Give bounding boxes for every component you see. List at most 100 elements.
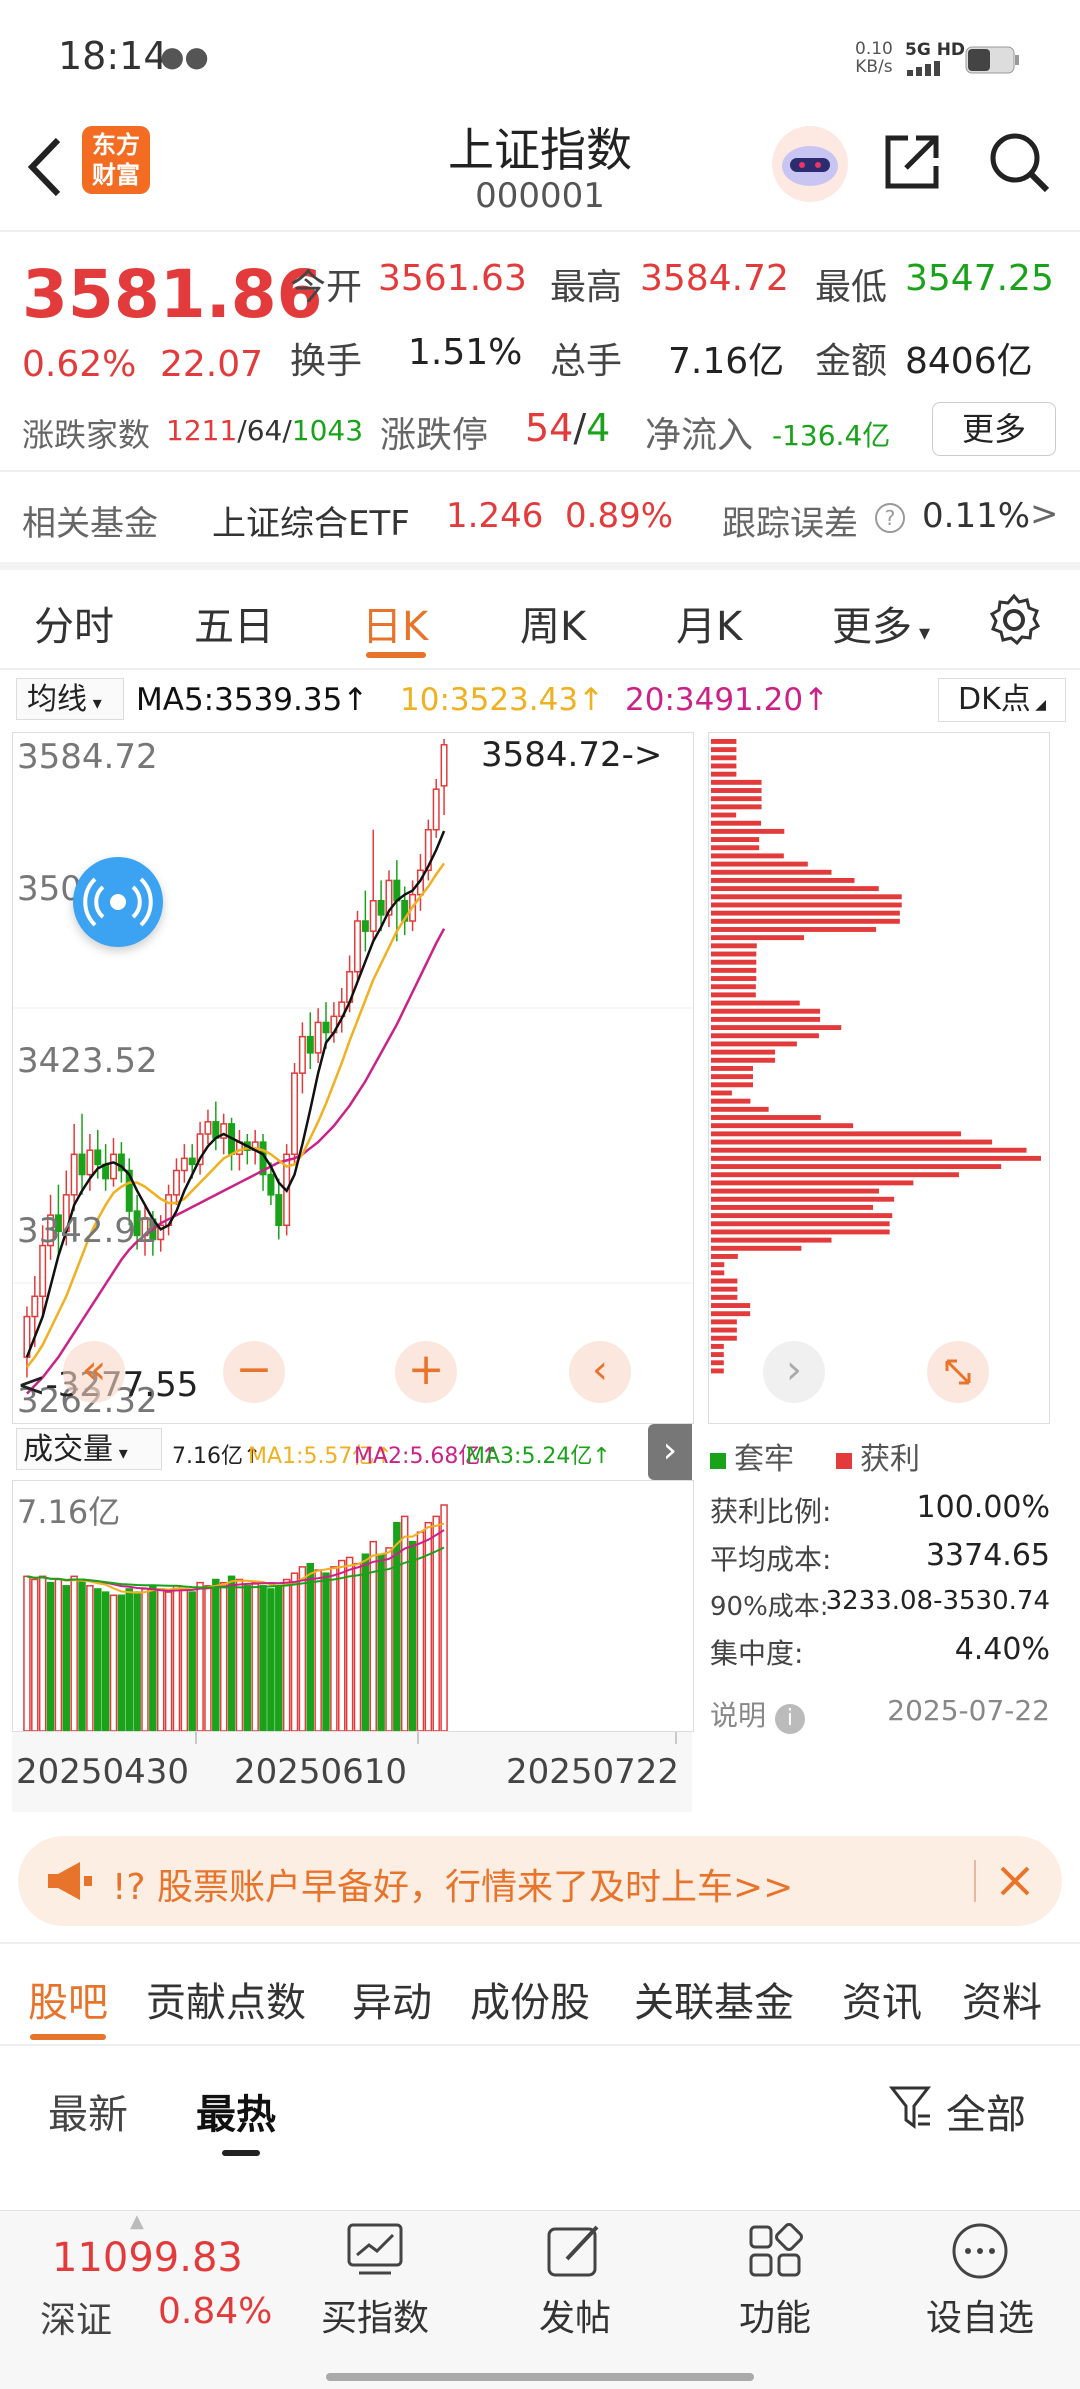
filter-all[interactable]: 全部 xyxy=(946,2082,1026,2140)
robot-assistant-icon[interactable] xyxy=(770,124,850,208)
live-broadcast-icon[interactable] xyxy=(73,857,163,947)
chip-bar xyxy=(711,1262,725,1268)
legend-profit: 获利 xyxy=(836,1434,920,1478)
chip-bar xyxy=(711,1221,890,1227)
chart-period-tabs: 分时 五日 日K 周K 月K 更多 ▾ xyxy=(0,570,1080,670)
volume-chart-panel[interactable]: 7.16亿 xyxy=(12,1480,694,1732)
chip-bar xyxy=(711,918,900,924)
volume-bar xyxy=(86,1585,94,1731)
chip-bar xyxy=(711,1033,819,1039)
info-icon: i xyxy=(774,1704,805,1734)
ma-selector[interactable]: 均线 ▾ xyxy=(16,678,124,720)
chip-bar xyxy=(711,763,737,769)
candle-body xyxy=(39,1244,47,1298)
chip-bar xyxy=(711,1131,962,1137)
candle-body xyxy=(31,1295,39,1318)
tab-intraday[interactable]: 分时 xyxy=(34,594,114,652)
share-icon[interactable] xyxy=(880,130,944,198)
filter-icon[interactable] xyxy=(888,2082,932,2138)
kline-chart-panel[interactable]: 3584.72 3503.12 3423.52 3342.92 3262.32 … xyxy=(12,732,694,1424)
tab-components[interactable]: 成份股 xyxy=(470,1970,590,2028)
buy-index-button[interactable]: 买指数 xyxy=(310,2221,440,2361)
volume-value: 7.16亿 xyxy=(668,341,785,382)
sort-hot[interactable]: 最热 xyxy=(196,2082,276,2140)
related-fund-row[interactable]: 相关基金 上证综合ETF 1.246 0.89% 跟踪误差 ? 0.11% > xyxy=(0,472,1080,562)
svg-text:?: ? xyxy=(885,506,896,530)
chip-bar xyxy=(711,1245,802,1251)
volume-bar xyxy=(235,1578,244,1731)
active-section-indicator xyxy=(30,2034,106,2040)
volume-selector[interactable]: 成交量 ▾ xyxy=(16,1428,162,1470)
post-button[interactable]: 发帖 xyxy=(510,2221,640,2361)
candle-body xyxy=(212,1121,220,1139)
zoom-in-icon[interactable]: + xyxy=(395,1341,457,1403)
volume-bar xyxy=(432,1515,440,1731)
high-value: 3584.72 xyxy=(640,258,789,299)
megaphone-icon xyxy=(44,1858,94,1908)
candle-body xyxy=(369,899,377,932)
candle-body xyxy=(267,1173,275,1196)
app-header: 东方 财富 上证指数 000001 xyxy=(0,110,1080,230)
chip-bar xyxy=(711,1294,738,1300)
volume-bar xyxy=(156,1588,165,1731)
tab-weekly-k[interactable]: 周K xyxy=(520,594,586,652)
signal-indicator: 5G HD xyxy=(905,40,966,60)
volume-bar xyxy=(275,1585,283,1731)
zoom-out-icon[interactable]: − xyxy=(223,1341,285,1403)
tab-five-day[interactable]: 五日 xyxy=(194,594,274,652)
volume-bar xyxy=(267,1588,275,1731)
tab-forum[interactable]: 股吧 xyxy=(28,1970,108,2028)
more-quote-button[interactable]: 更多 xyxy=(932,402,1056,456)
candle-body xyxy=(314,1021,322,1054)
expand-chevron-icon[interactable]: › xyxy=(648,1424,692,1480)
tab-monthly-k[interactable]: 月K xyxy=(676,594,742,652)
note-link[interactable]: 说明 i xyxy=(710,1694,805,1734)
dk-point-button[interactable]: DK点 ◢ xyxy=(938,678,1066,722)
tab-profile[interactable]: 资料 xyxy=(962,1970,1042,2028)
volume-bar xyxy=(440,1504,448,1731)
chip-bar xyxy=(711,1106,769,1112)
edit-icon xyxy=(547,2225,599,2277)
close-icon[interactable] xyxy=(990,1856,1040,1910)
volume-bar xyxy=(38,1575,47,1731)
volume-bar xyxy=(70,1575,78,1731)
candle-body xyxy=(377,899,385,916)
volume-bar xyxy=(196,1581,204,1731)
volume-bar xyxy=(314,1569,322,1731)
index-switcher[interactable]: ▲ 11099.83 深证 0.84% xyxy=(0,2211,290,2361)
search-icon[interactable] xyxy=(985,128,1053,200)
tab-more[interactable]: 更多 ▾ xyxy=(832,594,930,652)
chevron-right-icon[interactable]: › xyxy=(763,1341,825,1403)
volume-bar xyxy=(385,1547,393,1731)
more-dots-icon xyxy=(952,2223,1008,2279)
function-button[interactable]: 功能 xyxy=(710,2221,840,2361)
tab-movement[interactable]: 异动 xyxy=(352,1970,432,2028)
volume-bar xyxy=(133,1591,141,1731)
sort-latest[interactable]: 最新 xyxy=(48,2082,128,2140)
promo-banner[interactable]: !? 股票账户早备好，行情来了及时上车>> xyxy=(18,1836,1062,1926)
tab-related-funds[interactable]: 关联基金 xyxy=(634,1970,794,2028)
chip-bar xyxy=(711,788,762,793)
volume-bar xyxy=(204,1585,212,1731)
volume-bar xyxy=(322,1572,330,1731)
chevron-left-icon[interactable]: ‹ xyxy=(569,1341,631,1403)
candle-body xyxy=(172,1169,180,1196)
volume-bar xyxy=(408,1540,417,1731)
tab-daily-k[interactable]: 日K xyxy=(362,594,428,652)
gear-icon[interactable] xyxy=(986,592,1042,652)
candle-body xyxy=(322,1021,330,1034)
volume-bar xyxy=(290,1572,299,1731)
help-icon[interactable]: ? xyxy=(874,502,906,538)
expand-icon[interactable] xyxy=(927,1341,989,1403)
tab-news[interactable]: 资讯 xyxy=(842,1970,922,2028)
chip-bar xyxy=(711,959,757,965)
ma10-value: 10:3523.43↑ xyxy=(400,682,605,718)
chevron-left-double-icon[interactable]: « xyxy=(63,1341,125,1403)
fund-name: 上证综合ETF xyxy=(212,504,410,544)
tab-contribution[interactable]: 贡献点数 xyxy=(146,1970,306,2028)
ma-indicator-bar: 均线 ▾ MA5:3539.35↑ 10:3523.43↑ 20:3491.20… xyxy=(0,672,1080,728)
battery-icon xyxy=(965,46,1021,78)
add-watchlist-button[interactable]: 设自选 xyxy=(910,2221,1050,2361)
chip-stats: 套牢 获利 获利比例: 100.00% 平均成本: 3374.65 90%成本:… xyxy=(710,1424,1050,1754)
chip-bar xyxy=(711,1025,842,1031)
